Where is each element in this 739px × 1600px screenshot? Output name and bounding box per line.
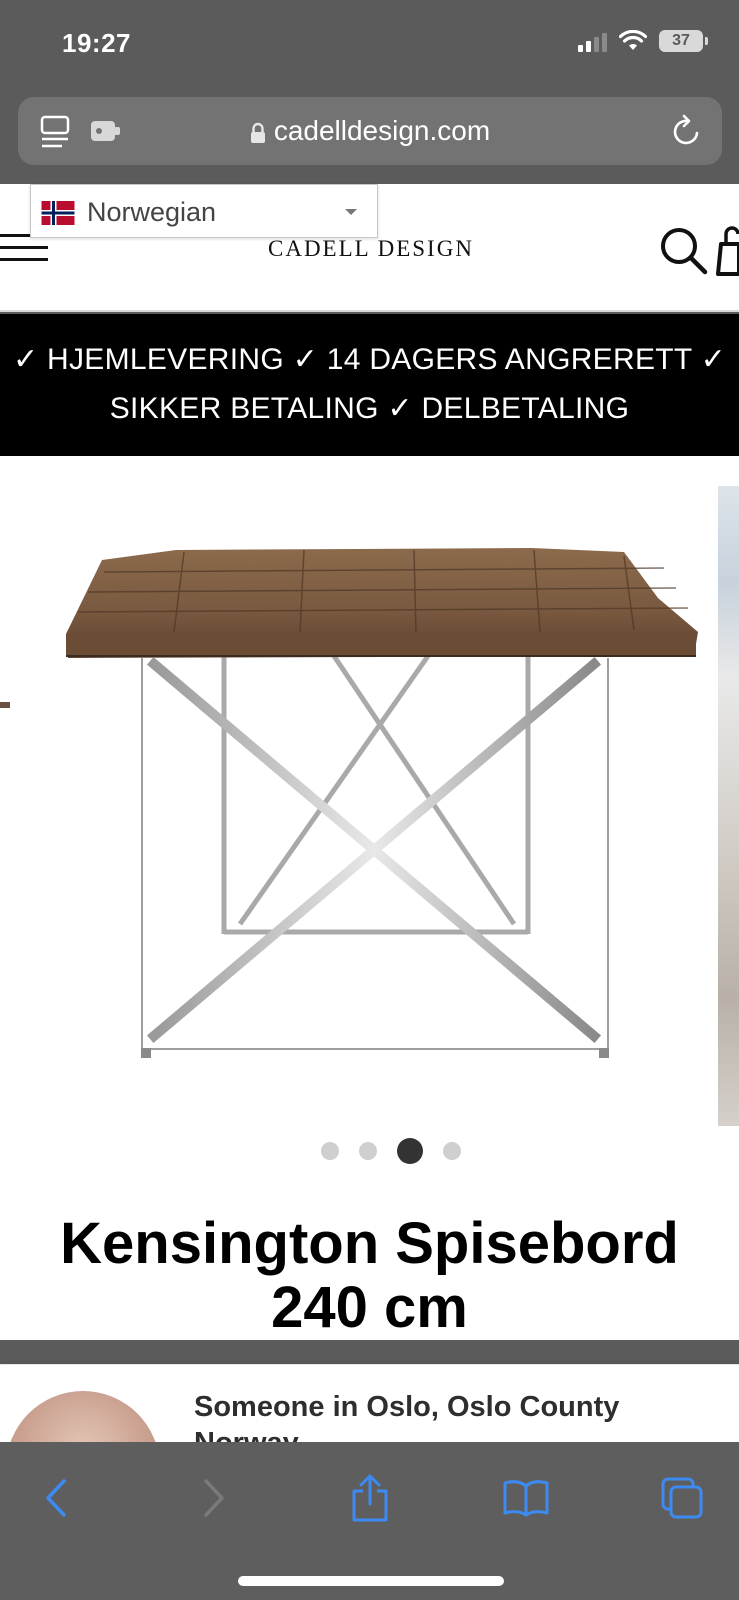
wifi-icon	[619, 30, 647, 50]
forward-button[interactable]	[184, 1472, 244, 1524]
norway-flag-icon	[41, 201, 75, 225]
chevron-down-icon	[345, 209, 357, 215]
search-icon[interactable]	[658, 226, 710, 276]
bookmarks-button[interactable]	[496, 1472, 556, 1524]
site-logo[interactable]: CADELL DESIGN	[268, 236, 474, 262]
product-title-line-2: 240 cm	[271, 1275, 468, 1340]
cart-icon[interactable]	[716, 220, 739, 278]
lock-icon	[250, 122, 265, 143]
slide-dot[interactable]	[442, 1142, 461, 1160]
social-proof-popup[interactable]: Someone in Oslo, Oslo County Norway	[0, 1364, 739, 1444]
bookmarks-icon	[503, 1480, 549, 1517]
announcement-line-2: SIKKER BETALING ✓ DELBETALING	[109, 392, 630, 425]
cellular-signal-icon	[578, 30, 607, 52]
address-bar[interactable]: cadelldesign.com	[18, 97, 722, 165]
slide-dot[interactable]	[320, 1142, 339, 1160]
reload-icon[interactable]	[670, 113, 704, 149]
status-bar: 19:27 37	[0, 0, 739, 95]
url-text: cadelldesign.com	[273, 115, 491, 146]
product-title: Kensington Spisebord 240 cm	[0, 1212, 739, 1340]
slide-indicator	[0, 1138, 739, 1164]
forward-arrow-icon	[204, 1479, 224, 1517]
product-gallery[interactable]	[0, 456, 739, 1236]
next-slide-peek[interactable]	[718, 486, 739, 1126]
battery-indicator: 37	[659, 30, 708, 52]
site-header: CADELL DESIGN Norwegian	[0, 184, 739, 312]
announcement-bar: ✓ HJEMLEVERING ✓ 14 DAGERS ANGRERETT ✓ S…	[0, 314, 739, 456]
language-selector[interactable]: Norwegian	[30, 184, 378, 238]
announcement-line-1: ✓ HJEMLEVERING ✓ 14 DAGERS ANGRERETT ✓	[12, 343, 727, 376]
share-icon	[352, 1474, 388, 1522]
battery-level: 37	[672, 32, 690, 49]
back-button[interactable]	[26, 1472, 86, 1524]
popup-product-thumbnail	[6, 1391, 160, 1444]
product-title-line-1: Kensington Spisebord	[60, 1211, 679, 1276]
popup-message: Someone in Oslo, Oslo County Norway	[194, 1389, 714, 1444]
share-button[interactable]	[340, 1472, 400, 1524]
back-arrow-icon	[46, 1479, 66, 1517]
slide-dot-active[interactable]	[396, 1138, 423, 1164]
popup-line-1: Someone in Oslo, Oslo County	[194, 1391, 620, 1423]
tabs-button[interactable]	[652, 1472, 712, 1524]
url-display[interactable]: cadelldesign.com	[18, 115, 722, 147]
hamburger-icon[interactable]	[0, 234, 48, 270]
home-indicator[interactable]	[238, 1576, 504, 1586]
product-image[interactable]	[64, 546, 700, 1076]
language-label: Norwegian	[87, 197, 217, 227]
status-time: 19:27	[62, 28, 131, 58]
status-icons: 37	[578, 30, 708, 52]
tabs-icon	[661, 1477, 703, 1519]
previous-slide-peek[interactable]	[0, 702, 10, 708]
slide-dot[interactable]	[358, 1142, 377, 1160]
